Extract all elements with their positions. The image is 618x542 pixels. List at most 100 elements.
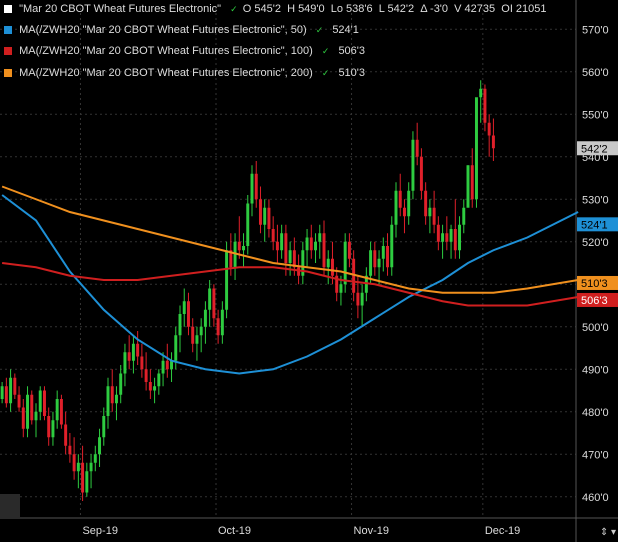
candle-body[interactable] [76,462,80,472]
candle-body[interactable] [373,250,377,268]
candle-body[interactable] [186,301,190,327]
candle-body[interactable] [275,241,279,251]
candle-body[interactable] [38,390,42,412]
candle-body[interactable] [483,88,487,123]
candle-body[interactable] [123,352,127,374]
candle-body[interactable] [432,207,436,225]
candle-body[interactable] [98,437,102,455]
candle-body[interactable] [110,386,114,404]
candle-body[interactable] [246,203,250,247]
candle-body[interactable] [466,165,470,208]
candle-body[interactable] [415,139,419,157]
candle-body[interactable] [148,382,152,391]
axis-toggle-button[interactable]: ⇕ ▾ [600,527,616,538]
candle-body[interactable] [89,462,93,472]
candle-body[interactable] [462,207,466,225]
candle-body[interactable] [263,207,267,225]
candle-body[interactable] [390,224,394,268]
candle-body[interactable] [441,233,445,242]
candle-body[interactable] [195,335,199,344]
candle-body[interactable] [369,250,373,276]
candle-body[interactable] [250,173,254,204]
candle-body[interactable] [165,360,169,370]
candle-body[interactable] [436,224,440,242]
candle-body[interactable] [271,229,275,242]
candle-body[interactable] [51,420,55,438]
candle-body[interactable] [343,241,347,285]
candle-body[interactable] [280,233,284,251]
candle-body[interactable] [288,250,292,263]
candle-body[interactable] [68,445,72,455]
candle-body[interactable] [59,399,63,425]
candle-body[interactable] [407,190,411,217]
candle-body[interactable] [212,288,216,319]
candle-body[interactable] [203,309,207,327]
candle-body[interactable] [144,369,148,382]
candle-body[interactable] [347,241,351,259]
candle-body[interactable] [220,309,224,336]
candle-body[interactable] [322,233,326,268]
candle-body[interactable] [242,246,246,251]
candle-body[interactable] [458,224,462,251]
candle-body[interactable] [4,386,8,404]
candle-body[interactable] [419,156,423,191]
candle-body[interactable] [267,207,271,229]
candle-body[interactable] [13,377,17,395]
candle-body[interactable] [491,135,495,149]
candle-body[interactable] [136,343,140,357]
candle-body[interactable] [55,399,59,421]
candle-body[interactable] [9,377,13,404]
candle-body[interactable] [381,246,385,259]
candle-body[interactable] [453,229,457,251]
candle-body[interactable] [398,190,402,208]
candle-body[interactable] [199,326,203,336]
candle-body[interactable] [339,284,343,293]
candle-body[interactable] [216,318,220,336]
candle-body[interactable] [258,199,262,225]
candle-body[interactable] [174,335,178,361]
candle-body[interactable] [254,173,258,200]
candle-body[interactable] [34,411,38,421]
candle-body[interactable] [284,233,288,263]
candle-body[interactable] [411,139,415,191]
candle-body[interactable] [208,288,212,310]
candle-body[interactable] [424,190,428,217]
candle-body[interactable] [360,292,364,306]
candle-body[interactable] [445,233,449,242]
candle-body[interactable] [356,292,360,306]
candle-body[interactable] [106,386,110,416]
candle-body[interactable] [474,97,478,200]
candle-body[interactable] [64,424,68,446]
candle-body[interactable] [102,416,106,438]
candle-body[interactable] [30,394,34,421]
price-chart[interactable]: 460'0470'0480'0490'0500'0510'0520'0530'0… [0,0,618,542]
candle-body[interactable] [314,241,318,251]
candle-body[interactable] [470,165,474,200]
candle-body[interactable] [449,229,453,242]
candle-body[interactable] [326,258,330,268]
candle-body[interactable] [479,88,483,98]
candle-body[interactable] [309,237,313,251]
candle-body[interactable] [237,241,241,251]
candle-body[interactable] [42,390,46,417]
candle-body[interactable] [153,386,157,391]
candle-body[interactable] [318,233,322,242]
candle-body[interactable] [17,394,21,408]
candle-body[interactable] [225,250,229,310]
candle-body[interactable] [0,386,4,399]
candle-body[interactable] [26,394,30,429]
candle-body[interactable] [72,454,76,472]
candle-body[interactable] [81,462,85,493]
candle-body[interactable] [402,207,406,217]
candle-body[interactable] [305,237,309,251]
candle-body[interactable] [47,416,51,438]
candle-body[interactable] [487,122,491,136]
candle-body[interactable] [191,326,195,344]
candle-body[interactable] [394,190,398,225]
candle-body[interactable] [85,471,89,493]
candle-body[interactable] [386,246,390,268]
candle-body[interactable] [119,373,123,395]
candle-body[interactable] [377,258,381,268]
candle-body[interactable] [157,373,161,387]
candle-body[interactable] [182,301,186,314]
